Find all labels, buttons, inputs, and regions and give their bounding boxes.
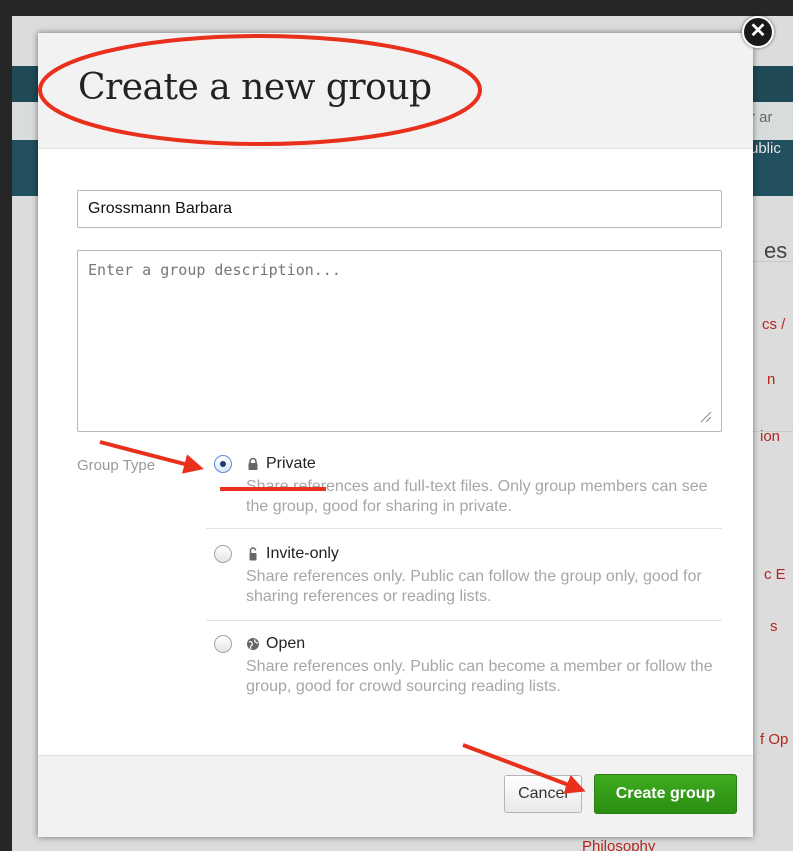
group-type-option-invite-only[interactable]: Invite-only Share references only. Publi…	[206, 541, 722, 621]
background-link: c E	[764, 566, 786, 583]
background-link: s	[770, 618, 778, 635]
private-radio[interactable]	[214, 455, 232, 473]
background-link: f Op	[760, 731, 789, 748]
modal-header: Create a new group	[38, 33, 753, 149]
create-group-modal: Create a new group Group Type Private Sh…	[38, 33, 753, 837]
option-title: Private	[266, 455, 316, 472]
group-type-option-private[interactable]: Private Share references and full-text f…	[206, 451, 722, 529]
option-description: Share references only. Public can follow…	[246, 568, 702, 605]
option-description: Share references only. Public can become…	[246, 658, 713, 695]
option-title: Invite-only	[266, 545, 339, 562]
padlock-open-icon	[249, 547, 257, 561]
group-type-label: Group Type	[77, 457, 156, 474]
background-text: r ar	[750, 109, 773, 126]
background-link: cs /	[762, 316, 786, 333]
open-radio[interactable]	[214, 635, 232, 653]
group-description-textarea[interactable]	[77, 250, 722, 432]
background-link: Philosophy	[582, 838, 656, 851]
group-type-option-open[interactable]: Open Share references only. Public can b…	[206, 631, 722, 709]
modal-footer: Cancel Create group	[38, 755, 753, 837]
option-description: Share references and full-text files. On…	[246, 478, 708, 515]
background-text: ublic	[750, 140, 781, 157]
create-group-button[interactable]: Create group	[594, 774, 737, 814]
cancel-button[interactable]: Cancel	[504, 775, 582, 813]
lock-icon	[248, 457, 258, 470]
option-title: Open	[266, 635, 306, 652]
modal-title: Create a new group	[78, 67, 432, 108]
group-name-input[interactable]	[77, 190, 722, 228]
globe-icon	[247, 638, 259, 650]
background-link: n	[767, 371, 776, 388]
invite-only-radio[interactable]	[214, 545, 232, 563]
resize-grip-icon[interactable]	[698, 409, 712, 423]
close-icon[interactable]: ✕	[742, 16, 774, 48]
